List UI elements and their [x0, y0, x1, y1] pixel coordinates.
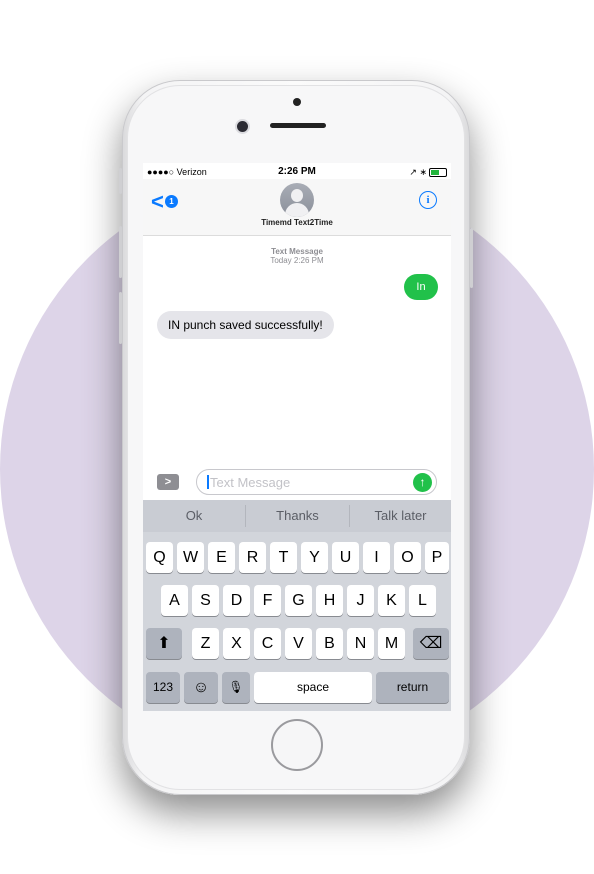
- key-e[interactable]: E: [208, 542, 235, 573]
- key-o[interactable]: O: [394, 542, 421, 573]
- key-b[interactable]: B: [316, 628, 343, 659]
- power-button: [470, 228, 473, 288]
- apps-expand-button[interactable]: >: [157, 474, 179, 490]
- composer-bar: > Text Message ↑: [143, 464, 451, 500]
- key-r[interactable]: R: [239, 542, 266, 573]
- mute-switch: [119, 168, 122, 194]
- status-right: ↗ ∗: [409, 167, 447, 178]
- delete-key[interactable]: ⌫: [413, 628, 449, 659]
- conversation-header: < 1 Timemd Text2Time i: [143, 179, 451, 236]
- proximity-sensor: [293, 98, 301, 106]
- key-h[interactable]: H: [316, 585, 343, 616]
- unread-badge[interactable]: 1: [165, 195, 178, 208]
- key-i[interactable]: I: [363, 542, 390, 573]
- key-y[interactable]: Y: [301, 542, 328, 573]
- suggestion-talk-later[interactable]: Talk later: [350, 500, 451, 532]
- key-q[interactable]: Q: [146, 542, 173, 573]
- key-s[interactable]: S: [192, 585, 219, 616]
- key-a[interactable]: A: [161, 585, 188, 616]
- numbers-key[interactable]: 123: [146, 672, 180, 703]
- avatar-head: [291, 189, 303, 202]
- battery-icon: [429, 168, 447, 178]
- key-u[interactable]: U: [332, 542, 359, 573]
- key-c[interactable]: C: [254, 628, 281, 659]
- key-n[interactable]: N: [347, 628, 374, 659]
- shift-key[interactable]: ⬆: [146, 628, 182, 659]
- thread-timestamp: Text Message Today 2:26 PM: [143, 247, 451, 265]
- received-message-bubble[interactable]: IN punch saved successfully!: [157, 311, 334, 339]
- contact-name[interactable]: Timemd Text2Time: [143, 218, 451, 227]
- info-icon[interactable]: i: [419, 191, 437, 209]
- key-d[interactable]: D: [223, 585, 250, 616]
- message-input[interactable]: Text Message ↑: [196, 469, 437, 495]
- return-key[interactable]: return: [376, 672, 449, 703]
- key-k[interactable]: K: [378, 585, 405, 616]
- earpiece-speaker: [270, 123, 326, 128]
- microphone-icon[interactable]: 🎙: [222, 672, 250, 703]
- key-w[interactable]: W: [177, 542, 204, 573]
- keyboard: Ok Thanks Talk later Q W E R T Y U I O P…: [143, 500, 451, 711]
- key-v[interactable]: V: [285, 628, 312, 659]
- message-time-label: Today 2:26 PM: [270, 256, 324, 265]
- front-camera: [237, 121, 248, 132]
- emoji-icon[interactable]: ☺: [184, 672, 218, 703]
- text-cursor: [207, 475, 209, 489]
- location-bluetooth-icons: ↗ ∗: [409, 167, 427, 177]
- status-time: 2:26 PM: [278, 166, 316, 177]
- key-m[interactable]: M: [378, 628, 405, 659]
- send-arrow-icon[interactable]: ↑: [413, 473, 432, 492]
- message-placeholder: Text Message: [210, 475, 291, 490]
- sent-message-bubble[interactable]: In: [404, 274, 438, 300]
- quicktype-bar: Ok Thanks Talk later: [143, 500, 451, 532]
- message-type-label: Text Message: [271, 247, 323, 256]
- contact-avatar[interactable]: [280, 183, 314, 217]
- space-key[interactable]: space: [254, 672, 372, 703]
- phone-screen: ●●●●○ Verizon 2:26 PM ↗ ∗ < 1 Timemd Tex…: [143, 163, 451, 711]
- avatar-body: [285, 203, 309, 217]
- volume-up-button: [119, 226, 122, 278]
- key-x[interactable]: X: [223, 628, 250, 659]
- key-f[interactable]: F: [254, 585, 281, 616]
- key-z[interactable]: Z: [192, 628, 219, 659]
- home-button[interactable]: [271, 719, 323, 771]
- suggestion-thanks[interactable]: Thanks: [246, 500, 349, 532]
- key-j[interactable]: J: [347, 585, 374, 616]
- key-l[interactable]: L: [409, 585, 436, 616]
- suggestion-ok[interactable]: Ok: [143, 500, 245, 532]
- key-t[interactable]: T: [270, 542, 297, 573]
- back-chevron-icon[interactable]: <: [151, 191, 164, 213]
- key-p[interactable]: P: [425, 542, 449, 573]
- volume-down-button: [119, 292, 122, 344]
- key-g[interactable]: G: [285, 585, 312, 616]
